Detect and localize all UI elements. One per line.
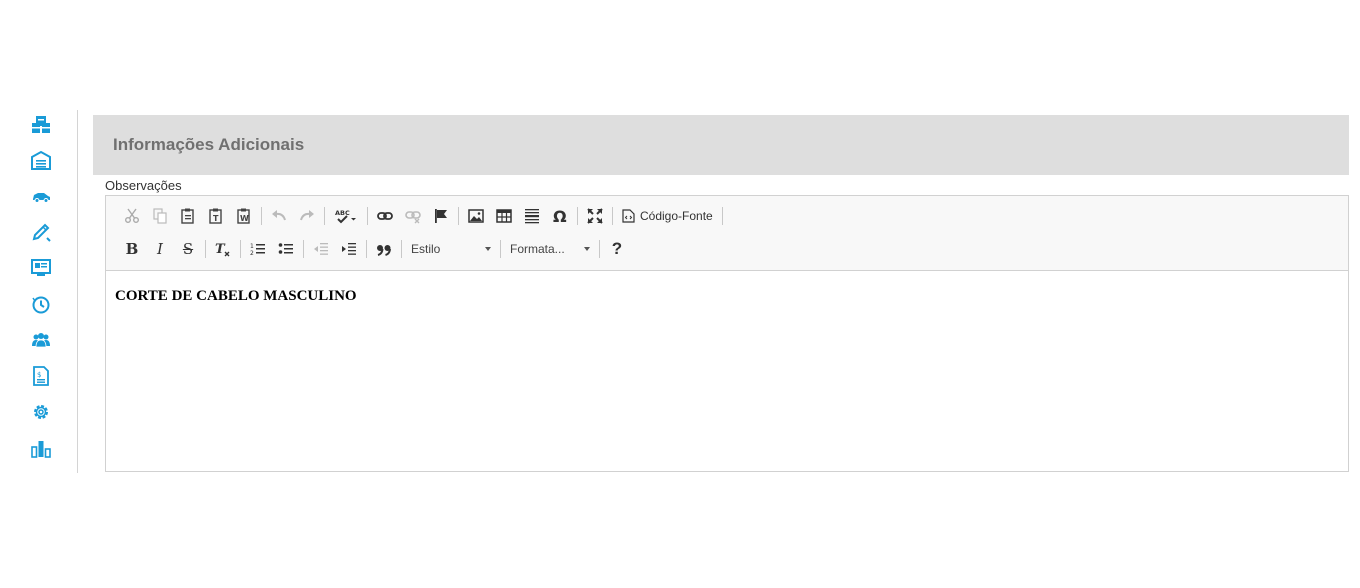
paste-icon[interactable] [174, 204, 202, 228]
svg-text:T: T [213, 214, 219, 223]
users-icon[interactable] [30, 329, 52, 351]
sidebar: $ [0, 110, 78, 473]
anchor-flag-icon[interactable] [427, 204, 455, 228]
indent-icon[interactable] [335, 237, 363, 261]
toolbar-separator [367, 207, 368, 225]
source-document-icon [622, 209, 635, 223]
italic-button[interactable]: I [146, 237, 174, 261]
svg-text:Ω: Ω [553, 208, 567, 224]
svg-text:1: 1 [250, 243, 254, 250]
horizontal-line-icon[interactable] [518, 204, 546, 228]
help-button[interactable]: ? [603, 237, 631, 261]
chevron-down-icon [485, 247, 491, 251]
svg-text:ABC: ABC [335, 209, 350, 217]
toolbar-separator [324, 207, 325, 225]
source-code-button[interactable]: Código-Fonte [616, 205, 719, 227]
source-code-label: Código-Fonte [640, 209, 713, 223]
spellcheck-icon[interactable]: ABC [328, 204, 364, 228]
numbered-list-icon[interactable]: 12 [244, 237, 272, 261]
outdent-icon[interactable] [307, 237, 335, 261]
special-char-omega-icon[interactable]: Ω [546, 204, 574, 228]
bulleted-list-icon[interactable] [272, 237, 300, 261]
observations-label: Observações [105, 178, 182, 193]
invoice-icon[interactable]: $ [30, 365, 52, 387]
paste-word-icon[interactable]: W [230, 204, 258, 228]
style-dropdown-label: Estilo [411, 242, 441, 256]
history-icon[interactable] [30, 293, 52, 315]
gear-icon[interactable] [30, 401, 52, 423]
link-icon[interactable] [371, 204, 399, 228]
toolbar-separator [205, 240, 206, 258]
editor-toolbar: T W ABC Ω Código-Fonte B I S T 1 2 Estil… [106, 196, 1348, 271]
redo-icon[interactable] [293, 204, 321, 228]
toolbar-separator [612, 207, 613, 225]
editor-content[interactable]: CORTE DE CABELO MASCULINO [115, 288, 357, 305]
bold-button[interactable]: B [118, 237, 146, 261]
buildings-icon[interactable] [30, 113, 52, 135]
toolbar-separator [303, 240, 304, 258]
toolbar-separator [599, 240, 600, 258]
pencil-icon[interactable] [30, 221, 52, 243]
format-dropdown-label: Formata... [510, 242, 565, 256]
toolbar-separator [577, 207, 578, 225]
panel-title: Informações Adicionais [113, 135, 305, 154]
panel-header: Informações Adicionais [93, 115, 1349, 175]
toolbar-row-2: B I S T 12 Estilo Formata... ? [118, 237, 631, 261]
strikethrough-button[interactable]: S [174, 237, 202, 261]
car-icon[interactable] [30, 185, 52, 207]
toolbar-row-1: T W ABC Ω Código-Fonte [118, 204, 726, 228]
paste-text-icon[interactable]: T [202, 204, 230, 228]
cut-icon[interactable] [118, 204, 146, 228]
toolbar-separator [721, 207, 723, 225]
toolbar-separator [458, 207, 459, 225]
image-icon[interactable] [462, 204, 490, 228]
remove-format-icon[interactable]: T [209, 237, 237, 261]
svg-text:2: 2 [250, 250, 254, 257]
blockquote-icon[interactable] [370, 237, 398, 261]
maximize-icon[interactable] [581, 204, 609, 228]
garage-icon[interactable] [30, 149, 52, 171]
svg-text:W: W [240, 214, 249, 223]
rich-text-editor: T W ABC Ω Código-Fonte B I S T 1 2 Estil… [105, 195, 1349, 472]
toolbar-separator [240, 240, 241, 258]
svg-text:$: $ [37, 371, 41, 379]
table-icon[interactable] [490, 204, 518, 228]
svg-text:T: T [215, 242, 226, 257]
toolbar-separator [261, 207, 262, 225]
chevron-down-icon [584, 247, 590, 251]
unlink-icon[interactable] [399, 204, 427, 228]
undo-icon[interactable] [265, 204, 293, 228]
style-dropdown[interactable]: Estilo [405, 238, 497, 260]
copy-icon[interactable] [146, 204, 174, 228]
bar-chart-icon[interactable] [30, 437, 52, 459]
toolbar-separator [366, 240, 367, 258]
monitor-id-card-icon[interactable] [30, 257, 52, 279]
toolbar-separator [401, 240, 402, 258]
toolbar-separator [500, 240, 501, 258]
format-dropdown[interactable]: Formata... [504, 238, 596, 260]
